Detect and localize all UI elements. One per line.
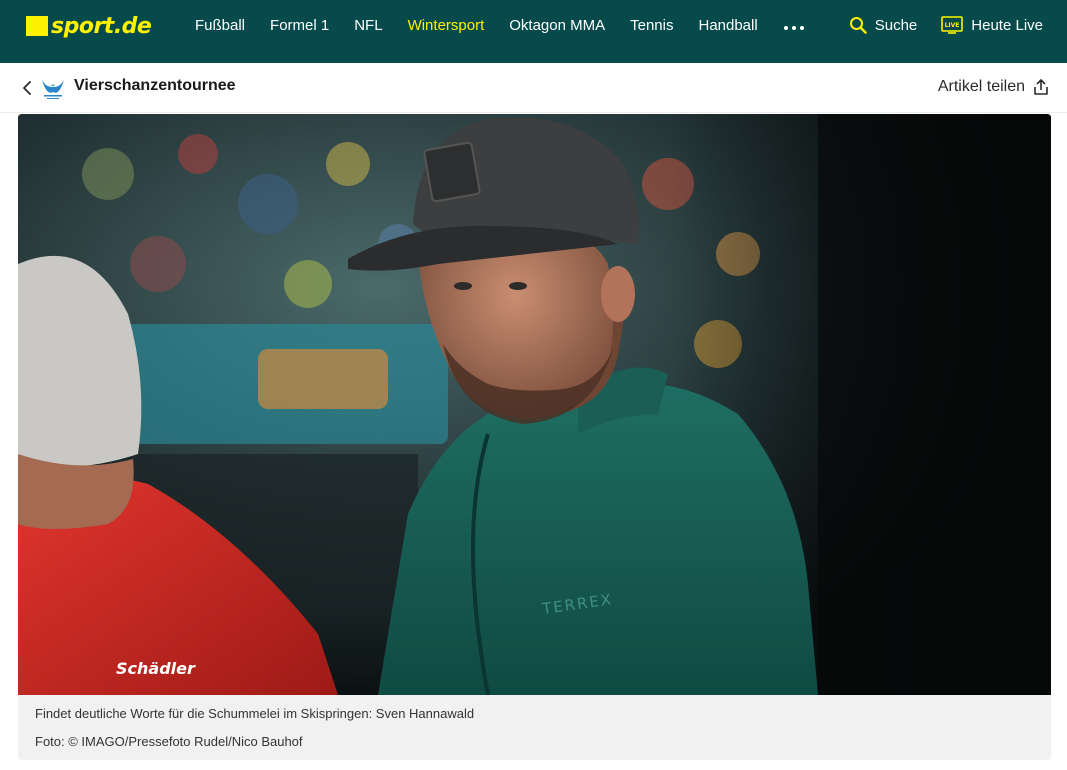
image-caption-box: Findet deutliche Worte für die Schummele… bbox=[18, 695, 1051, 760]
search-button[interactable]: Suche bbox=[849, 16, 918, 34]
heute-live-label: Heute Live bbox=[971, 16, 1043, 34]
nav-item-formel-1[interactable]: Formel 1 bbox=[270, 17, 329, 34]
article-hero-image[interactable]: Schädler TERREX bbox=[18, 114, 1051, 695]
main-nav: Fußball Formel 1 NFL Wintersport Oktagon… bbox=[195, 0, 805, 50]
photo-man-in-cap-icon: Schädler TERREX bbox=[18, 114, 1051, 695]
nav-item-fussball[interactable]: Fußball bbox=[195, 17, 245, 34]
chevron-left-icon bbox=[23, 81, 31, 95]
nav-item-handball[interactable]: Handball bbox=[698, 17, 757, 34]
image-caption: Findet deutliche Worte für die Schummele… bbox=[35, 706, 475, 721]
nav-item-wintersport[interactable]: Wintersport bbox=[408, 17, 485, 34]
live-tv-icon: LIVE bbox=[941, 16, 964, 34]
sport-de-logo[interactable]: sport.de bbox=[26, 13, 152, 39]
share-article-button[interactable]: Artikel teilen bbox=[938, 78, 1049, 96]
nav-item-tennis[interactable]: Tennis bbox=[630, 17, 673, 34]
vierschanzentournee-logo-icon bbox=[40, 76, 66, 100]
search-label: Suche bbox=[874, 16, 918, 34]
more-dots-icon bbox=[783, 25, 804, 30]
logo-text: sport.de bbox=[51, 13, 152, 39]
nav-item-oktagon-mma[interactable]: Oktagon MMA bbox=[509, 17, 605, 34]
image-credit: Foto: © IMAGO/Pressefoto Rudel/Nico Bauh… bbox=[35, 734, 303, 749]
more-menu-button[interactable] bbox=[783, 15, 805, 36]
breadcrumb-title[interactable]: Vierschanzentournee bbox=[74, 77, 236, 95]
share-icon bbox=[1033, 78, 1049, 96]
back-button[interactable] bbox=[20, 79, 36, 97]
live-badge-text: LIVE bbox=[945, 22, 960, 29]
search-icon bbox=[849, 16, 867, 34]
heute-live-button[interactable]: LIVE Heute Live bbox=[941, 16, 1043, 34]
left-jacket-print: Schädler bbox=[116, 659, 196, 678]
share-label: Artikel teilen bbox=[937, 78, 1025, 95]
header-tools: Suche LIVE Heute Live bbox=[825, 0, 1043, 50]
nav-item-nfl[interactable]: NFL bbox=[354, 17, 382, 34]
breadcrumb-bar: Vierschanzentournee Artikel teilen bbox=[0, 63, 1067, 113]
logo-square-icon bbox=[26, 16, 48, 36]
top-navigation-bar: sport.de Fußball Formel 1 NFL Winterspor… bbox=[0, 0, 1067, 63]
